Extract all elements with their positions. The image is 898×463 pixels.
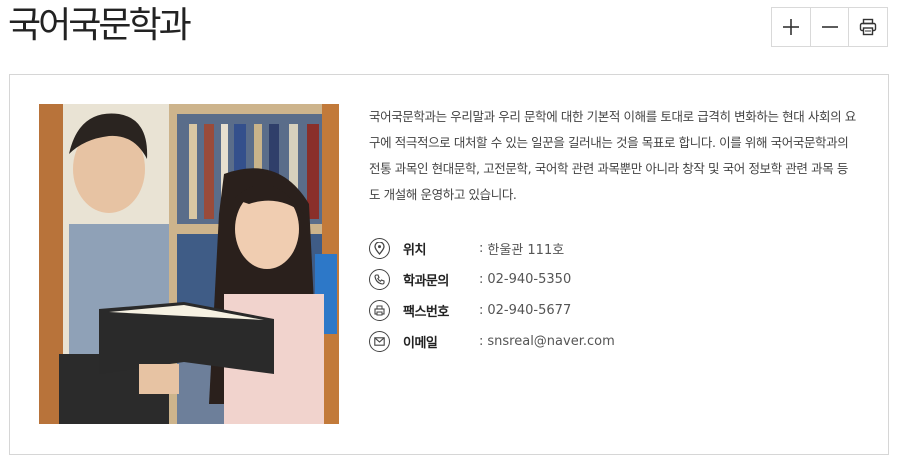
- print-button[interactable]: [849, 8, 888, 46]
- info-value: snsreal@naver.com: [487, 334, 615, 349]
- info-label: 학과문의: [403, 274, 449, 289]
- info-row-location: 위치 : 한울관 111호: [369, 233, 615, 264]
- page-toolbar: [771, 7, 888, 47]
- info-separator: :: [479, 334, 484, 349]
- info-label: 팩스번호: [403, 305, 449, 320]
- info-value: 한울관 111호: [487, 243, 565, 258]
- department-description: 국어국문학과는 우리말과 우리 문학에 대한 기본적 이해를 토대로 급격히 변…: [369, 109, 856, 202]
- info-label: 이메일: [403, 336, 438, 351]
- info-label: 위치: [403, 243, 426, 258]
- info-separator: :: [479, 272, 484, 287]
- envelope-icon: [369, 331, 390, 352]
- department-photo: [39, 104, 339, 424]
- contact-info-list: 위치 : 한울관 111호 학과문의 : 02-940-5350 팩스번호: …: [369, 233, 615, 357]
- info-separator: :: [479, 241, 484, 256]
- info-value: 02-940-5677: [487, 303, 572, 318]
- printer-icon: [859, 18, 877, 36]
- department-info-panel: 국어국문학과는 우리말과 우리 문학에 대한 기본적 이해를 토대로 급격히 변…: [9, 74, 889, 455]
- plus-icon: [782, 19, 799, 35]
- minus-icon: [821, 26, 838, 28]
- info-row-phone: 학과문의 : 02-940-5350: [369, 264, 615, 295]
- info-value: 02-940-5350: [487, 272, 572, 287]
- zoom-out-button[interactable]: [810, 8, 850, 46]
- info-separator: :: [479, 303, 484, 318]
- phone-icon: [369, 269, 390, 290]
- location-pin-icon: [369, 238, 390, 259]
- page-title: 국어국문학과: [8, 5, 192, 46]
- fax-icon: [369, 300, 390, 321]
- zoom-in-button[interactable]: [772, 8, 811, 46]
- info-row-fax: 팩스번호 : 02-940-5677: [369, 295, 615, 326]
- info-row-email: 이메일 : snsreal@naver.com: [369, 326, 615, 357]
